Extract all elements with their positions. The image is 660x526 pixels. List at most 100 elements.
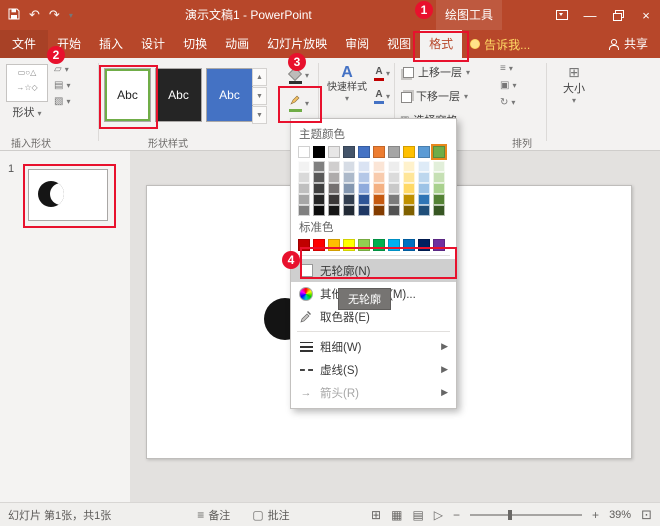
shapes-button[interactable]: 形状 ▾ <box>4 104 50 120</box>
color-swatch[interactable] <box>328 239 340 251</box>
color-swatch[interactable] <box>313 146 325 158</box>
color-swatch[interactable] <box>388 172 400 183</box>
color-swatch[interactable] <box>298 194 310 205</box>
normal-view-icon[interactable]: ⊞ <box>371 508 381 522</box>
color-swatch[interactable] <box>343 205 355 216</box>
color-swatch[interactable] <box>343 183 355 194</box>
group-button[interactable]: ▣▾ <box>500 80 516 91</box>
customize-qat-icon[interactable]: ▾ <box>69 11 73 20</box>
minimize-button[interactable]: — <box>576 0 604 30</box>
color-swatch[interactable] <box>298 183 310 194</box>
color-swatch[interactable] <box>358 172 370 183</box>
color-swatch[interactable] <box>298 161 310 172</box>
menu-item-no-outline[interactable]: 无轮廓(N) <box>291 259 456 282</box>
color-swatch[interactable] <box>328 183 340 194</box>
color-swatch[interactable] <box>343 146 355 158</box>
zoom-slider[interactable] <box>470 514 582 516</box>
color-swatch[interactable] <box>373 194 385 205</box>
menu-item-arrows[interactable]: → 箭头(R) ▶ <box>291 381 456 404</box>
send-backward-button[interactable]: 下移一层▾ <box>400 86 470 106</box>
color-swatch[interactable] <box>373 183 385 194</box>
align-button[interactable]: ≡▾ <box>500 63 516 74</box>
zoom-in-button[interactable]: + <box>592 508 599 522</box>
color-swatch[interactable] <box>328 161 340 172</box>
shapes-gallery[interactable]: ▭○△→☆◇ <box>6 64 48 102</box>
text-fill-button[interactable]: A▾ <box>374 66 390 81</box>
tab-format[interactable]: 格式 <box>420 30 462 58</box>
color-swatch[interactable] <box>313 161 325 172</box>
size-button[interactable]: ⊞ 大小 ▾ <box>552 64 596 105</box>
color-swatch[interactable] <box>388 205 400 216</box>
color-swatch[interactable] <box>373 172 385 183</box>
color-swatch[interactable] <box>358 183 370 194</box>
tab-file[interactable]: 文件 <box>0 30 48 58</box>
zoom-percentage[interactable]: 39% <box>609 509 631 521</box>
color-swatch[interactable] <box>328 205 340 216</box>
shape-style-preset-1[interactable]: Abc <box>104 68 151 122</box>
text-box-button[interactable]: ▤▾ <box>54 80 70 91</box>
color-swatch[interactable] <box>358 194 370 205</box>
tab-design[interactable]: 设计 <box>132 30 174 58</box>
color-swatch[interactable] <box>313 239 325 251</box>
slideshow-view-icon[interactable]: ▷ <box>434 508 443 522</box>
color-swatch[interactable] <box>358 146 370 158</box>
color-swatch[interactable] <box>328 194 340 205</box>
color-swatch[interactable] <box>403 239 415 251</box>
color-swatch[interactable] <box>373 146 385 158</box>
color-swatch[interactable] <box>343 161 355 172</box>
color-swatch[interactable] <box>298 172 310 183</box>
edit-shape-button[interactable]: ▱▾ <box>54 64 70 75</box>
color-swatch[interactable] <box>343 239 355 251</box>
color-swatch[interactable] <box>418 205 430 216</box>
color-swatch[interactable] <box>418 183 430 194</box>
color-swatch[interactable] <box>373 239 385 251</box>
slide-sorter-view-icon[interactable]: ▦ <box>391 508 402 522</box>
color-swatch[interactable] <box>433 239 445 251</box>
color-swatch[interactable] <box>313 194 325 205</box>
color-swatch[interactable] <box>313 183 325 194</box>
close-button[interactable]: × <box>632 0 660 30</box>
color-swatch[interactable] <box>403 172 415 183</box>
color-swatch[interactable] <box>328 172 340 183</box>
gallery-more-icon[interactable]: ▼ <box>252 106 267 124</box>
color-swatch[interactable] <box>403 194 415 205</box>
shape-style-preset-3[interactable]: Abc <box>206 68 253 122</box>
color-swatch[interactable] <box>388 239 400 251</box>
color-swatch[interactable] <box>418 146 430 158</box>
quick-styles-button[interactable]: A 快速样式 ▾ <box>322 64 372 103</box>
tell-me-box[interactable]: 告诉我... <box>462 30 538 58</box>
color-swatch[interactable] <box>433 205 445 216</box>
zoom-out-button[interactable]: − <box>453 508 460 522</box>
tab-view[interactable]: 视图 <box>378 30 420 58</box>
color-swatch[interactable] <box>433 161 445 172</box>
menu-item-weight[interactable]: 粗细(W) ▶ <box>291 335 456 358</box>
color-swatch[interactable] <box>328 146 340 158</box>
merge-shapes-button[interactable]: ▧▾ <box>54 96 70 107</box>
shape-style-preset-2[interactable]: Abc <box>155 68 202 122</box>
color-swatch[interactable] <box>358 239 370 251</box>
color-swatch[interactable] <box>388 146 400 158</box>
color-swatch[interactable] <box>418 161 430 172</box>
color-swatch[interactable] <box>313 172 325 183</box>
gallery-scroll-down-icon[interactable]: ▼ <box>252 87 267 105</box>
color-swatch[interactable] <box>433 172 445 183</box>
tab-review[interactable]: 审阅 <box>336 30 378 58</box>
color-swatch[interactable] <box>373 205 385 216</box>
color-swatch[interactable] <box>373 161 385 172</box>
color-swatch[interactable] <box>433 194 445 205</box>
color-swatch[interactable] <box>403 161 415 172</box>
save-icon[interactable] <box>8 8 20 23</box>
color-swatch[interactable] <box>358 205 370 216</box>
color-swatch[interactable] <box>418 172 430 183</box>
share-button[interactable]: 共享 <box>596 30 660 58</box>
restore-button[interactable] <box>604 0 632 30</box>
color-swatch[interactable] <box>313 205 325 216</box>
tab-insert[interactable]: 插入 <box>90 30 132 58</box>
bring-forward-button[interactable]: 上移一层▾ <box>400 62 470 82</box>
color-swatch[interactable] <box>388 194 400 205</box>
color-swatch[interactable] <box>433 146 445 158</box>
gallery-scroll-up-icon[interactable]: ▲ <box>252 68 267 86</box>
shape-outline-button[interactable]: ▾ <box>281 91 317 116</box>
slide-thumbnail[interactable] <box>28 169 108 221</box>
color-swatch[interactable] <box>403 205 415 216</box>
